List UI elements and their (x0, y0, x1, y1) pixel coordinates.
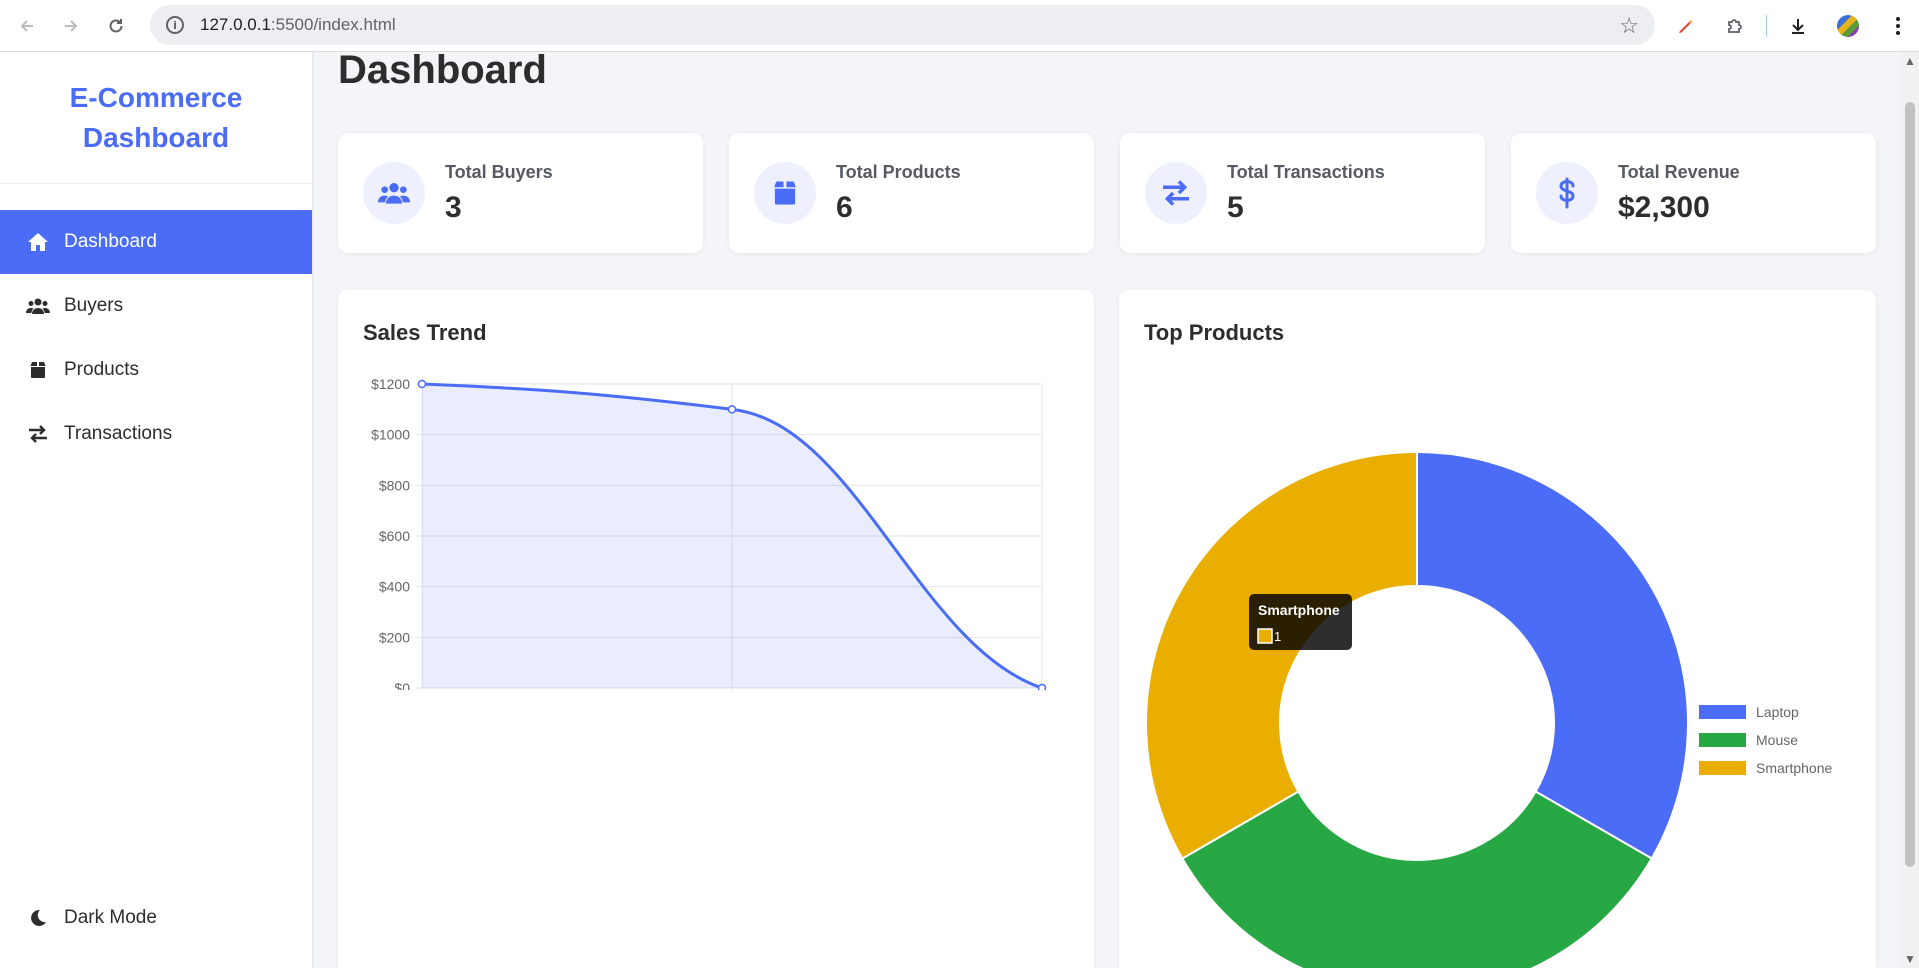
donut-slice-smartphone (1145, 450, 1418, 860)
tooltip-title: Smartphone (1258, 602, 1340, 618)
sidebar-item-label: Buyers (64, 295, 124, 316)
y-tick-label: $200 (379, 629, 410, 645)
data-point (727, 405, 737, 414)
stat-label: Total Transactions (1227, 161, 1385, 182)
top-products-panel: Top Products Laptop Mouse Smartphone Smartp… (1119, 290, 1876, 968)
profile-avatar[interactable] (1833, 11, 1863, 41)
legend-label: Laptop (1756, 704, 1799, 720)
browser-toolbar: i 127.0.0.1:5500/index.html ☆ (0, 0, 1919, 52)
stat-value: $2,300 (1618, 190, 1710, 224)
bookmark-star-icon[interactable]: ☆ (1619, 13, 1639, 39)
users-icon (26, 294, 50, 318)
users-icon (363, 162, 425, 224)
pen-extension-icon[interactable] (1670, 11, 1700, 41)
box-icon (26, 358, 50, 382)
stat-value: 5 (1227, 190, 1244, 224)
sidebar-item-buyers[interactable]: Buyers (0, 274, 312, 338)
legend-label: Smartphone (1756, 760, 1832, 776)
back-icon[interactable] (12, 11, 42, 41)
sales-trend-chart: $0$200$400$600$800$1000$12002/20233/2023… (371, 376, 1047, 690)
stat-value: 3 (445, 190, 462, 224)
address-bar[interactable]: i 127.0.0.1:5500/index.html ☆ (150, 5, 1655, 45)
sidebar-item-transactions[interactable]: Transactions (0, 402, 312, 466)
stat-card-revenue: Total Revenue $2,300 (1511, 133, 1876, 253)
tooltip-swatch (1257, 628, 1273, 644)
data-point (1037, 683, 1047, 690)
legend-swatch (1699, 761, 1746, 775)
y-tick-label: $1000 (371, 427, 410, 443)
sidebar-menu: Dashboard Buyers Products Transactions (0, 210, 312, 466)
download-icon[interactable] (1783, 11, 1813, 41)
chart-tooltip: Smartphone 1 (1249, 594, 1352, 650)
dark-mode-label: Dark Mode (64, 907, 157, 928)
tooltip-value: 1 (1274, 629, 1281, 644)
sales-trend-panel: Sales Trend $0 $200 $400 $600 $800 $1000 $1200… (338, 290, 1094, 968)
sidebar-item-products[interactable]: Products (0, 338, 312, 402)
y-tick-label: $600 (379, 528, 410, 544)
reload-icon[interactable] (101, 11, 131, 41)
legend-label: Mouse (1756, 732, 1798, 748)
dark-mode-toggle[interactable]: Dark Mode (26, 906, 157, 930)
exchange-icon (1145, 162, 1207, 224)
brand-title: E-Commerce Dashboard (0, 52, 312, 184)
page-title: Dashboard (338, 48, 547, 92)
sidebar-item-label: Products (64, 359, 139, 380)
site-info-icon[interactable]: i (166, 16, 184, 34)
donut-slice-laptop (1416, 450, 1689, 860)
forward-icon[interactable] (56, 11, 86, 41)
y-tick-label: $0 (394, 680, 410, 690)
dollar-icon (1536, 162, 1598, 224)
y-tick-label: $400 (379, 579, 410, 595)
stat-label: Total Products (836, 161, 961, 182)
stat-label: Total Buyers (445, 161, 553, 182)
toolbar-divider (1766, 15, 1767, 37)
sidebar: E-Commerce Dashboard Dashboard Buyers Pro… (0, 52, 313, 968)
y-tick-label: $1200 (371, 376, 410, 392)
top-products-chart: Laptop Mouse Smartphone Smartphone 1 (1145, 450, 1832, 968)
exchange-icon (26, 422, 50, 446)
more-menu-icon[interactable] (1883, 11, 1913, 41)
y-tick-label: $800 (379, 477, 410, 493)
box-icon (754, 162, 816, 224)
stat-card-products: Total Products 6 (729, 133, 1094, 253)
url-text: 127.0.0.1:5500/index.html (200, 15, 396, 34)
data-point (417, 379, 427, 389)
scroll-up-icon[interactable]: ▲ (1904, 54, 1916, 68)
sidebar-item-dashboard[interactable]: Dashboard (0, 210, 312, 274)
sidebar-item-label: Dashboard (64, 231, 157, 252)
page-scrollbar[interactable]: ▲ ▼ (1901, 52, 1919, 968)
stat-label: Total Revenue (1618, 161, 1740, 182)
legend-swatch (1699, 733, 1746, 747)
home-icon (26, 230, 50, 254)
stat-card-transactions: Total Transactions 5 (1120, 133, 1485, 253)
legend-swatch (1699, 705, 1746, 719)
scroll-thumb[interactable] (1905, 102, 1915, 867)
scroll-down-icon[interactable]: ▼ (1904, 952, 1916, 966)
extensions-icon[interactable] (1720, 11, 1750, 41)
moon-icon (26, 906, 50, 930)
stat-card-buyers: Total Buyers 3 (338, 133, 703, 253)
sidebar-item-label: Transactions (64, 423, 173, 444)
stat-value: 6 (836, 190, 853, 224)
